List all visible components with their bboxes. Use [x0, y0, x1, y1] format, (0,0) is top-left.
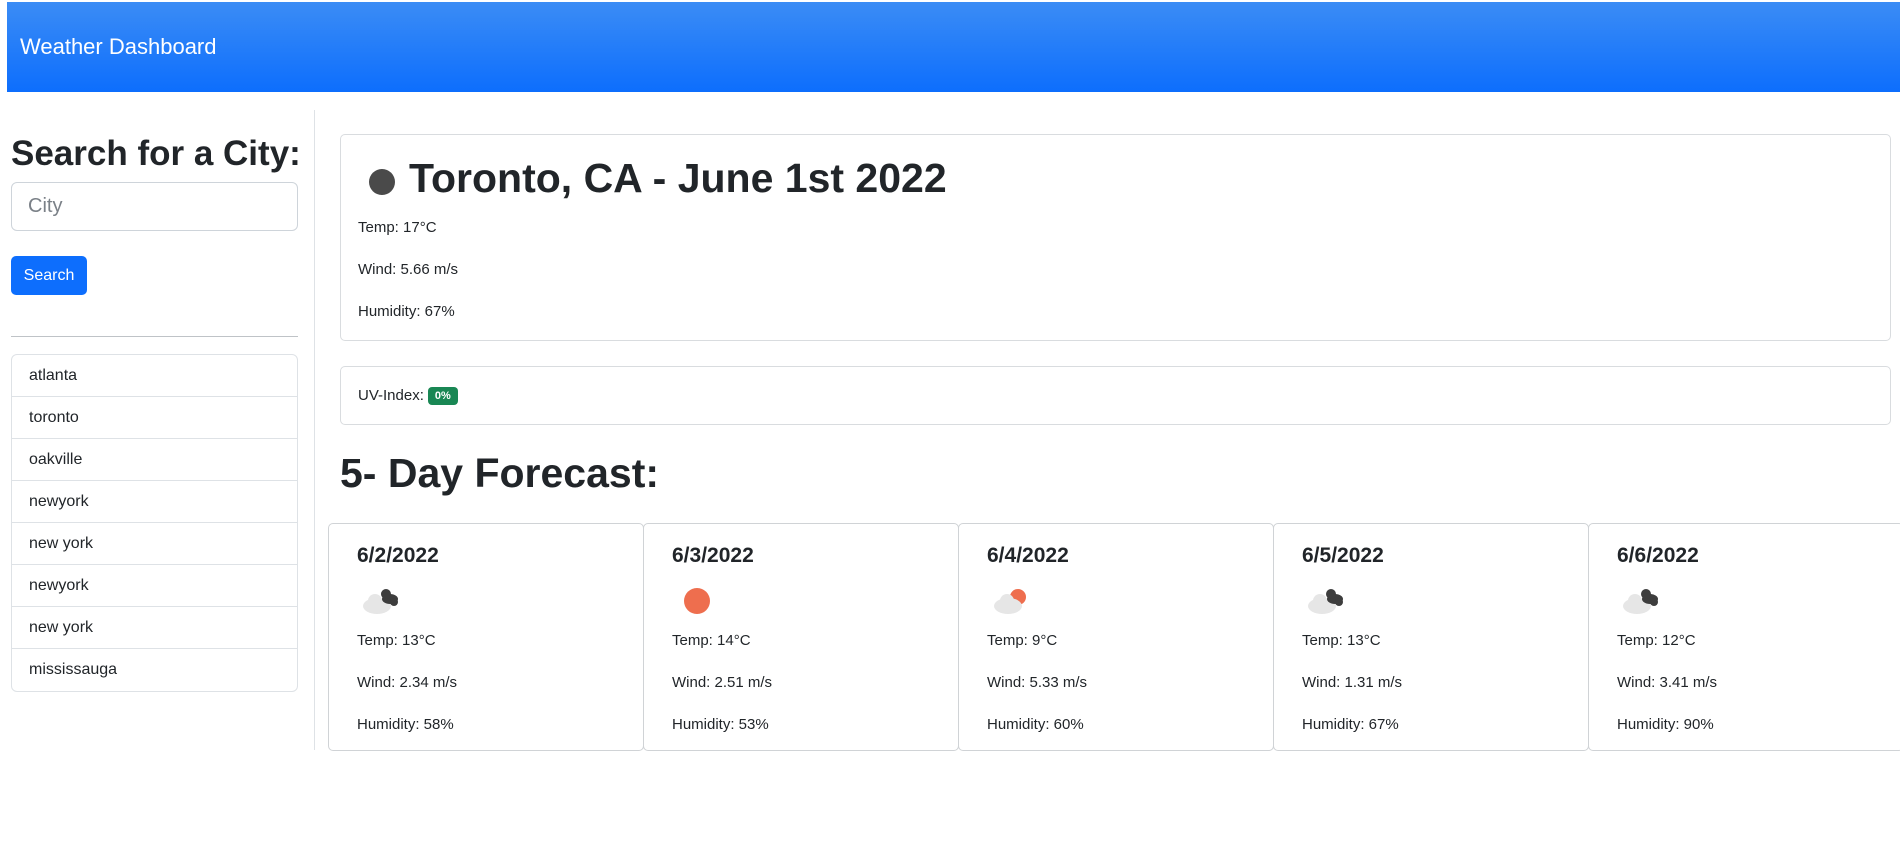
search-title: Search for a City:: [11, 134, 301, 173]
current-humidity: Humidity: 67%: [358, 303, 455, 320]
forecast-humidity: Humidity: 58%: [357, 716, 454, 733]
forecast-date: 6/2/2022: [357, 544, 439, 567]
forecast-humidity: Humidity: 53%: [672, 716, 769, 733]
forecast-date: 6/4/2022: [987, 544, 1069, 567]
current-weather-header: Toronto, CA - June 1st 2022: [369, 155, 947, 202]
forecast-wind: Wind: 2.34 m/s: [357, 674, 458, 691]
forecast-wind: Wind: 2.51 m/s: [672, 674, 773, 691]
uv-index-badge: 0%: [427, 386, 458, 405]
history-item[interactable]: new york: [12, 607, 297, 649]
forecast-card: 6/2/2022 Temp: 13°C Wind: 2.34 m/s Humid…: [328, 523, 644, 751]
current-temp: Temp: 17°C: [358, 219, 437, 236]
forecast-wind: Wind: 5.33 m/s: [987, 674, 1088, 691]
history-item[interactable]: atlanta: [12, 355, 297, 397]
history-item[interactable]: newyork: [12, 565, 297, 607]
forecast-temp: Temp: 12°C: [1617, 632, 1696, 649]
navbar-brand[interactable]: Weather Dashboard: [20, 34, 217, 60]
current-city-date: Toronto, CA - June 1st 2022: [409, 155, 947, 201]
forecast-title: 5- Day Forecast:: [340, 450, 660, 496]
forecast-card: 6/4/2022 Temp: 9°C Wind: 5.33 m/s Humidi…: [958, 523, 1274, 751]
search-history-list: atlanta toronto oakville newyork new yor…: [11, 354, 298, 692]
navbar: Weather Dashboard: [7, 2, 1900, 92]
forecast-card: 6/3/2022 Temp: 14°C Wind: 2.51 m/s Humid…: [643, 523, 959, 751]
history-item[interactable]: mississauga: [12, 649, 297, 691]
broken-clouds-icon: [1623, 589, 1658, 614]
forecast-card: 6/6/2022 Temp: 12°C Wind: 3.41 m/s Humid…: [1588, 523, 1900, 751]
forecast-temp: Temp: 13°C: [1302, 632, 1381, 649]
history-item[interactable]: oakville: [12, 439, 297, 481]
forecast-row: 6/2/2022 Temp: 13°C Wind: 2.34 m/s Humid…: [328, 523, 1900, 751]
forecast-humidity: Humidity: 60%: [987, 716, 1084, 733]
search-button[interactable]: Search: [11, 256, 87, 295]
partly-cloudy-icon: [994, 589, 1026, 614]
history-item[interactable]: newyork: [12, 481, 297, 523]
forecast-wind: Wind: 3.41 m/s: [1617, 674, 1718, 691]
sidebar-divider: [11, 336, 298, 337]
moon-icon: [369, 168, 395, 195]
forecast-temp: Temp: 9°C: [987, 632, 1058, 649]
sidebar: Search for a City: Search atlanta toront…: [0, 110, 315, 750]
uv-index-card: UV-Index: 0%: [340, 366, 1891, 425]
current-weather-card: Toronto, CA - June 1st 2022 Temp: 17°C W…: [340, 134, 1891, 341]
forecast-temp: Temp: 14°C: [672, 632, 751, 649]
current-wind: Wind: 5.66 m/s: [358, 261, 459, 278]
forecast-wind: Wind: 1.31 m/s: [1302, 674, 1403, 691]
broken-clouds-icon: [363, 589, 398, 614]
forecast-card: 6/5/2022 Temp: 13°C Wind: 1.31 m/s Humid…: [1273, 523, 1589, 751]
forecast-temp: Temp: 13°C: [357, 632, 436, 649]
forecast-humidity: Humidity: 90%: [1617, 716, 1714, 733]
forecast-date: 6/6/2022: [1617, 544, 1699, 567]
city-search-input[interactable]: [11, 182, 298, 231]
history-item[interactable]: new york: [12, 523, 297, 565]
broken-clouds-icon: [1308, 589, 1343, 614]
uv-index-label: UV-Index:: [358, 387, 424, 404]
forecast-date: 6/3/2022: [672, 544, 754, 567]
history-item[interactable]: toronto: [12, 397, 297, 439]
clear-sun-icon: [684, 588, 710, 614]
forecast-date: 6/5/2022: [1302, 544, 1384, 567]
forecast-humidity: Humidity: 67%: [1302, 716, 1399, 733]
